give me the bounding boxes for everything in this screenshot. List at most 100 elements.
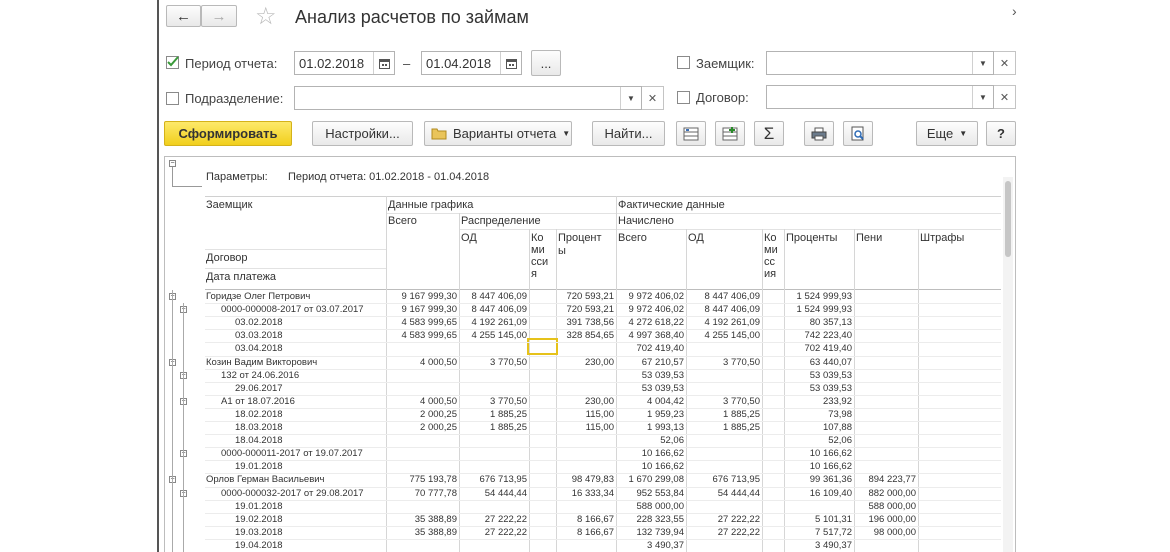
table-cell[interactable]: 8 166,67: [577, 514, 614, 525]
chevron-down-icon[interactable]: ▼: [972, 52, 993, 74]
table-cell[interactable]: 3 770,50: [490, 396, 527, 407]
table-cell[interactable]: 27 222,22: [485, 527, 527, 538]
chevron-down-icon[interactable]: ▼: [972, 86, 993, 108]
expand-groups-button[interactable]: [676, 121, 706, 146]
table-cell[interactable]: 27 222,22: [718, 514, 760, 525]
payment-date-label[interactable]: 19.03.2018: [235, 527, 283, 538]
table-cell[interactable]: 588 000,00: [636, 501, 684, 512]
more-button[interactable]: Еще ▼: [916, 121, 978, 146]
collapse-toggle-icon[interactable]: −: [169, 160, 176, 167]
report-variants-button[interactable]: Варианты отчета ▼: [424, 121, 572, 146]
table-cell[interactable]: 27 222,22: [485, 514, 527, 525]
table-cell[interactable]: 9 167 999,30: [402, 304, 457, 315]
table-cell[interactable]: 4 997 368,40: [629, 330, 684, 341]
table-cell[interactable]: 8 166,67: [577, 527, 614, 538]
vertical-scrollbar[interactable]: [1003, 177, 1013, 552]
table-cell[interactable]: 702 419,40: [636, 343, 684, 354]
calendar-icon[interactable]: [500, 52, 521, 74]
period-checkbox[interactable]: [166, 56, 179, 69]
table-cell[interactable]: 1 885,25: [723, 409, 760, 420]
table-cell[interactable]: 230,00: [585, 396, 614, 407]
contract-clear-button[interactable]: ✕: [994, 85, 1016, 109]
table-cell[interactable]: 3 770,50: [490, 357, 527, 368]
table-cell[interactable]: 35 388,89: [415, 514, 457, 525]
table-cell[interactable]: 702 419,40: [804, 343, 852, 354]
payment-date-label[interactable]: 18.04.2018: [235, 435, 283, 446]
table-cell[interactable]: 720 593,21: [566, 291, 614, 302]
contract-checkbox[interactable]: [677, 91, 690, 104]
table-cell[interactable]: 8 447 406,09: [705, 304, 760, 315]
generate-button[interactable]: Сформировать: [164, 121, 292, 146]
contract-field[interactable]: ▼: [766, 85, 994, 109]
division-field[interactable]: ▼: [294, 86, 642, 110]
contract-row-label[interactable]: А1 от 18.07.2016: [221, 396, 295, 407]
table-cell[interactable]: 7 517,72: [815, 527, 852, 538]
table-cell[interactable]: 3 490,37: [815, 540, 852, 551]
table-cell[interactable]: 720 593,21: [566, 304, 614, 315]
table-cell[interactable]: 8 447 406,09: [472, 304, 527, 315]
table-cell[interactable]: 27 222,22: [718, 527, 760, 538]
table-cell[interactable]: 53 039,53: [810, 383, 852, 394]
table-cell[interactable]: 588 000,00: [868, 501, 916, 512]
table-cell[interactable]: 16 333,34: [572, 488, 614, 499]
payment-date-label[interactable]: 19.04.2018: [235, 540, 283, 551]
division-clear-button[interactable]: ✕: [642, 86, 664, 110]
table-cell[interactable]: 73,98: [828, 409, 852, 420]
payment-date-label[interactable]: 03.04.2018: [235, 343, 283, 354]
borrower-row-label[interactable]: Орлов Герман Васильевич: [206, 474, 325, 485]
table-cell[interactable]: 16 109,40: [810, 488, 852, 499]
period-select-button[interactable]: ...: [531, 50, 561, 76]
table-cell[interactable]: 10 166,62: [810, 461, 852, 472]
table-cell[interactable]: 10 166,62: [642, 448, 684, 459]
table-cell[interactable]: 53 039,53: [810, 370, 852, 381]
table-cell[interactable]: 4 000,50: [420, 396, 457, 407]
table-cell[interactable]: 1 524 999,93: [797, 304, 852, 315]
payment-date-label[interactable]: 19.02.2018: [235, 514, 283, 525]
table-cell[interactable]: 52,06: [828, 435, 852, 446]
table-cell[interactable]: 115,00: [586, 409, 614, 420]
more-arrow-icon[interactable]: ›: [1012, 3, 1017, 19]
table-cell[interactable]: 63 440,07: [810, 357, 852, 368]
table-cell[interactable]: 4 583 999,65: [402, 330, 457, 341]
table-cell[interactable]: 54 444,44: [718, 488, 760, 499]
table-cell[interactable]: 676 713,95: [479, 474, 527, 485]
table-cell[interactable]: 775 193,78: [409, 474, 457, 485]
find-button[interactable]: Найти...: [592, 121, 665, 146]
table-cell[interactable]: 54 444,44: [485, 488, 527, 499]
table-cell[interactable]: 9 167 999,30: [402, 291, 457, 302]
table-cell[interactable]: 1 670 299,08: [629, 474, 684, 485]
borrower-clear-button[interactable]: ✕: [994, 51, 1016, 75]
forward-button[interactable]: →: [201, 5, 237, 27]
date-from-field[interactable]: 01.02.2018: [294, 51, 395, 75]
table-cell[interactable]: 882 000,00: [868, 488, 916, 499]
calendar-icon[interactable]: [373, 52, 394, 74]
table-cell[interactable]: 4 583 999,65: [402, 317, 457, 328]
table-cell[interactable]: 4 000,50: [420, 357, 457, 368]
table-cell[interactable]: 2 000,25: [420, 422, 457, 433]
table-cell[interactable]: 3 770,50: [723, 357, 760, 368]
table-cell[interactable]: 3 770,50: [723, 396, 760, 407]
table-cell[interactable]: 1 885,25: [490, 422, 527, 433]
table-cell[interactable]: 10 166,62: [642, 461, 684, 472]
table-cell[interactable]: 70 777,78: [415, 488, 457, 499]
back-button[interactable]: ←: [166, 5, 201, 27]
table-cell[interactable]: 2 000,25: [420, 409, 457, 420]
collapse-groups-button[interactable]: [715, 121, 745, 146]
sum-button[interactable]: Σ: [754, 121, 784, 146]
table-cell[interactable]: 99 361,36: [810, 474, 852, 485]
table-cell[interactable]: 52,06: [660, 435, 684, 446]
division-checkbox[interactable]: [166, 92, 179, 105]
table-cell[interactable]: 4 192 261,09: [705, 317, 760, 328]
table-cell[interactable]: 9 972 406,02: [629, 291, 684, 302]
table-cell[interactable]: 196 000,00: [868, 514, 916, 525]
borrower-row-label[interactable]: Горидзе Олег Петрович: [206, 291, 310, 302]
table-cell[interactable]: 952 553,84: [636, 488, 684, 499]
table-cell[interactable]: 894 223,77: [868, 474, 916, 485]
star-favorite-icon[interactable]: ☆: [255, 2, 277, 31]
borrower-field[interactable]: ▼: [766, 51, 994, 75]
table-cell[interactable]: 8 447 406,09: [472, 291, 527, 302]
table-cell[interactable]: 80 357,13: [810, 317, 852, 328]
table-cell[interactable]: 742 223,40: [804, 330, 852, 341]
table-cell[interactable]: 5 101,31: [815, 514, 852, 525]
payment-date-label[interactable]: 03.02.2018: [235, 317, 283, 328]
